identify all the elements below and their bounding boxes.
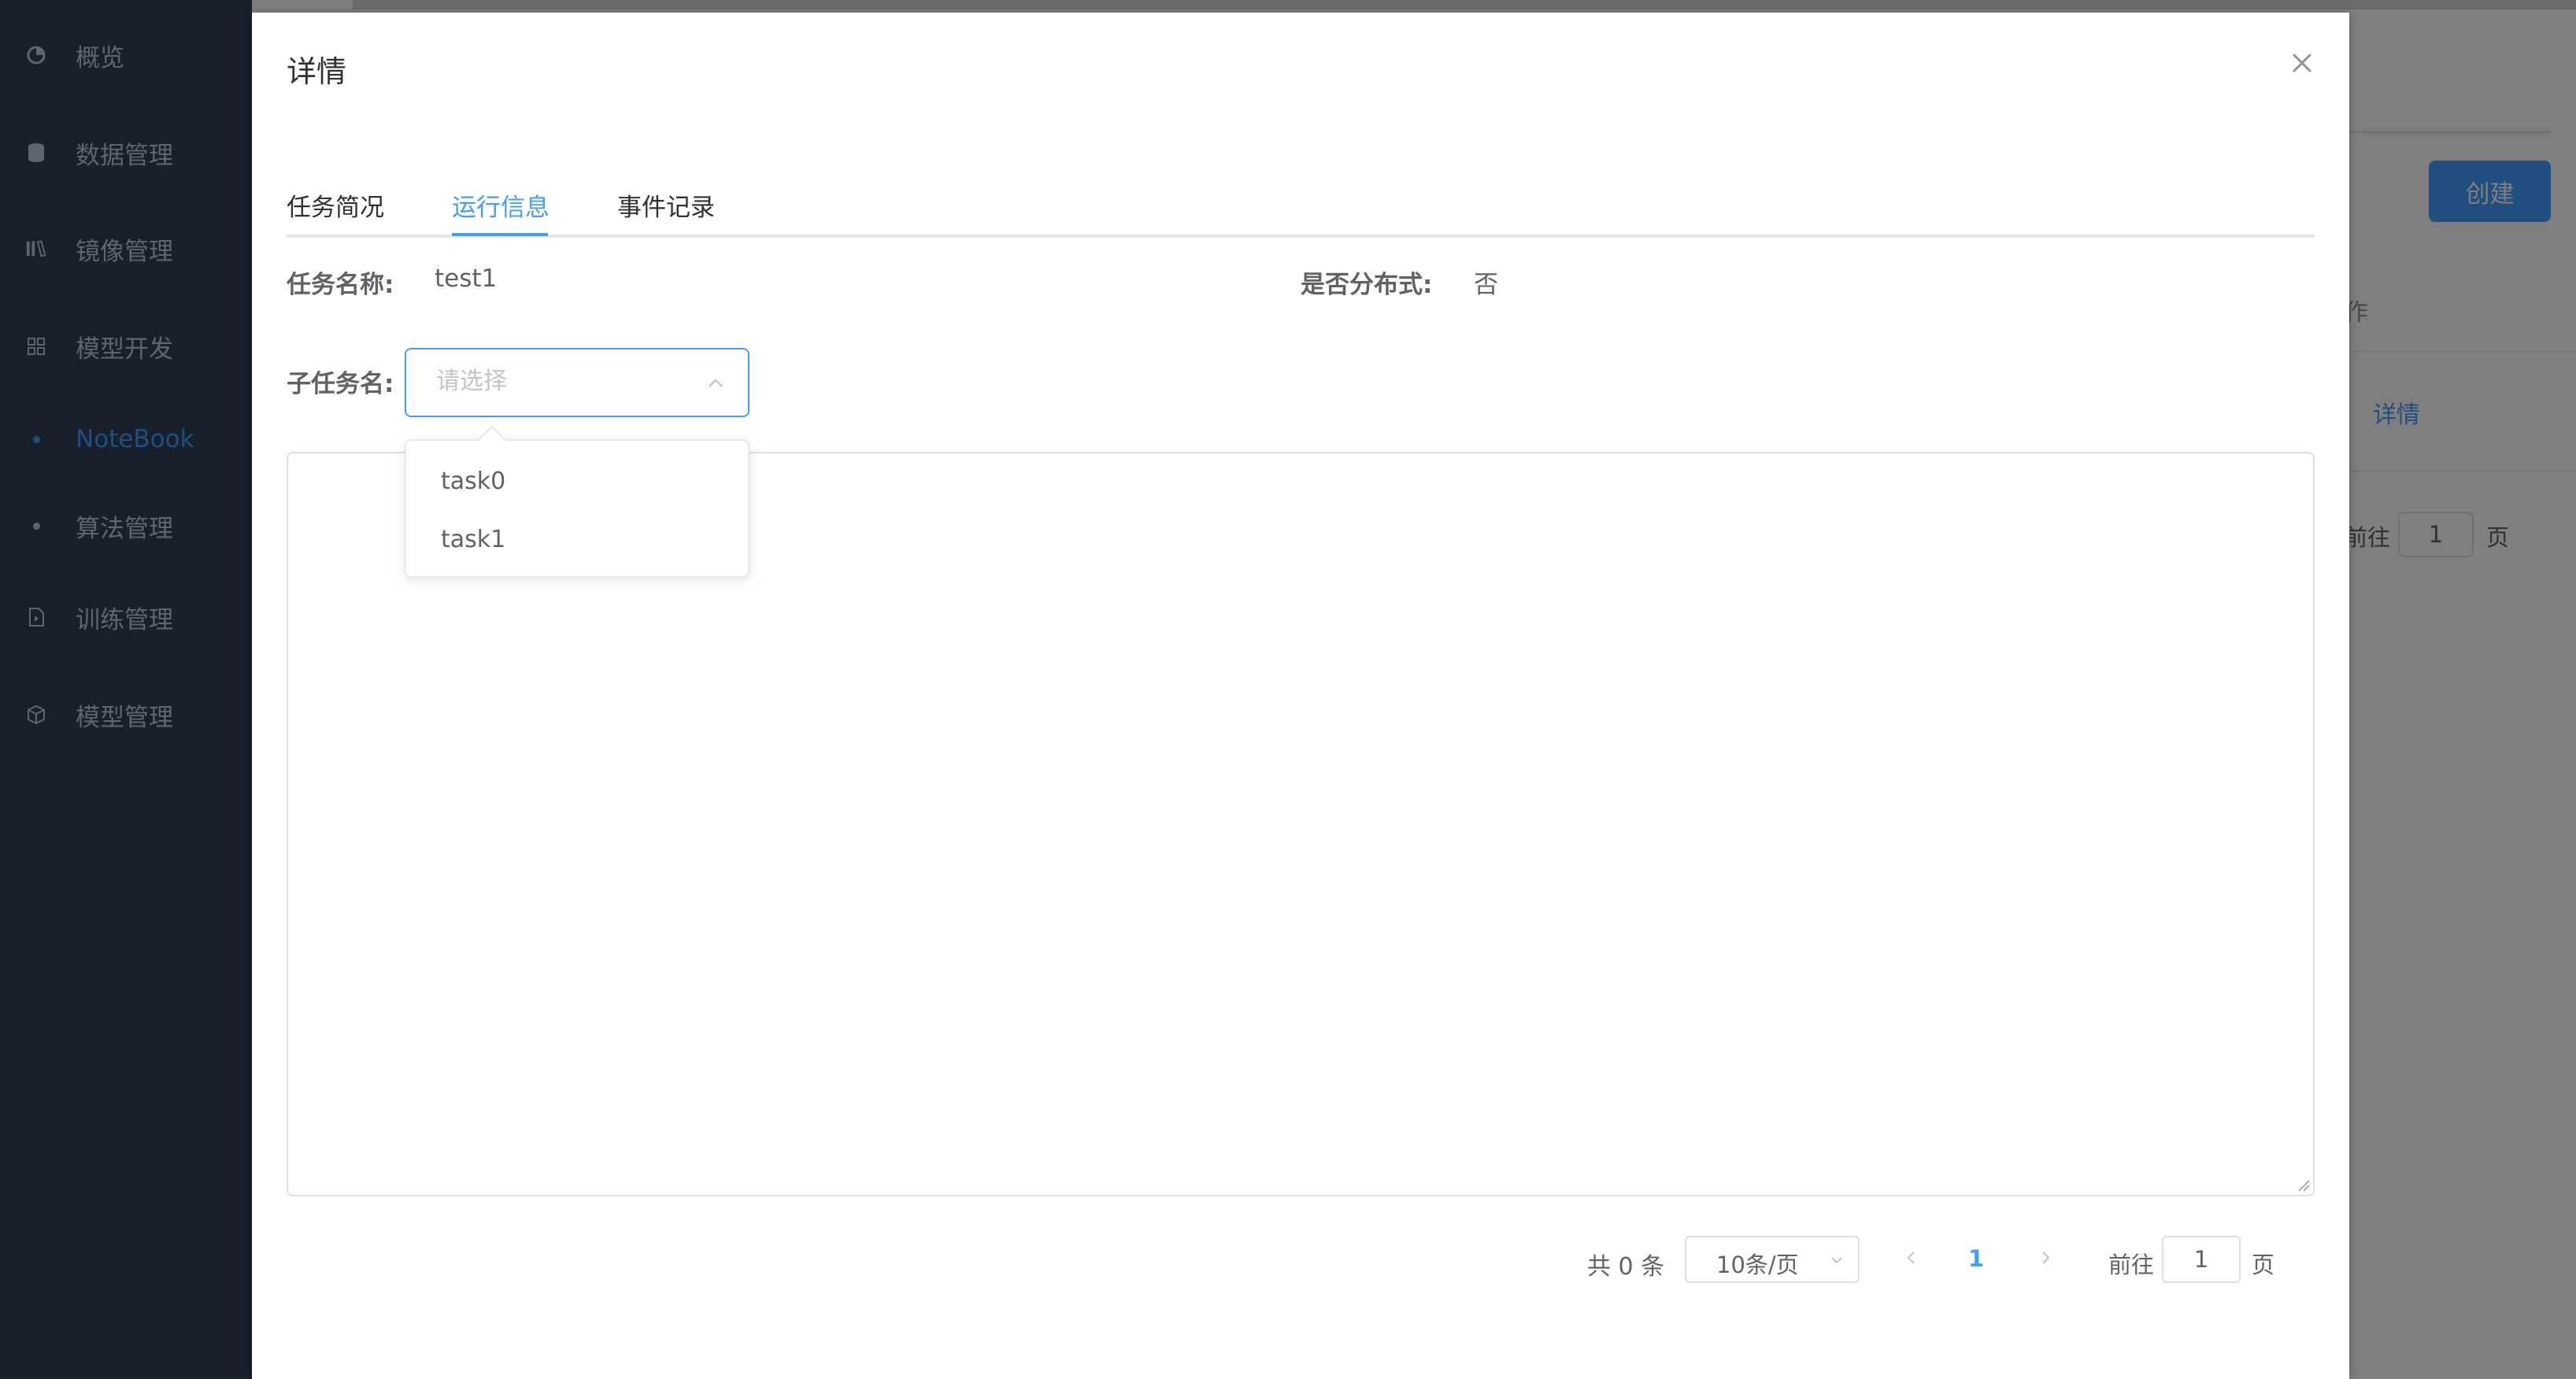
dropdown-arrow (477, 425, 507, 455)
page-size-value: 10条/页 (1716, 1251, 1799, 1278)
dialog-title: 详情 (287, 54, 347, 89)
tab-task-overview[interactable]: 任务简况 (287, 187, 384, 223)
subtask-select[interactable] (405, 348, 749, 417)
task-name-value: test1 (435, 264, 498, 293)
tabs-divider (287, 235, 2315, 238)
chevron-up-icon (709, 379, 723, 387)
tab-run-info[interactable]: 运行信息 (452, 187, 550, 223)
tab-event-log[interactable]: 事件记录 (617, 187, 715, 223)
subtask-select-input[interactable] (435, 367, 690, 396)
next-page-icon[interactable] (2033, 1245, 2058, 1270)
subtask-label: 子任务名: (287, 370, 394, 398)
page-number-current[interactable]: 1 (1968, 1245, 1984, 1272)
task-name-label: 任务名称: (287, 271, 394, 299)
active-tab-indicator (452, 233, 548, 236)
dropdown-option-task0[interactable]: task0 (406, 453, 748, 510)
page-unit-label: 页 (2252, 1251, 2275, 1278)
page-size-select[interactable]: 10条/页 (1685, 1236, 1860, 1283)
detail-dialog: 详情 任务简况 运行信息 事件记录 任务名称: test1 是否分布式: 否 子… (252, 13, 2349, 1379)
distributed-value: 否 (1474, 271, 1498, 299)
subtask-dropdown: task0 task1 (405, 425, 749, 578)
chevron-down-icon (1831, 1257, 1842, 1264)
resize-handle-icon[interactable] (2296, 1178, 2310, 1192)
goto-page-input[interactable] (2162, 1236, 2241, 1283)
prev-page-icon[interactable] (1899, 1245, 1924, 1270)
tab-bar: 任务简况 运行信息 事件记录 (287, 167, 2315, 239)
goto-label: 前往 (2108, 1251, 2155, 1278)
pagination-total: 共 0 条 (1587, 1253, 1665, 1281)
dropdown-option-task1[interactable]: task1 (406, 512, 748, 568)
distributed-label: 是否分布式: (1301, 271, 1433, 299)
close-icon[interactable] (2286, 47, 2318, 79)
